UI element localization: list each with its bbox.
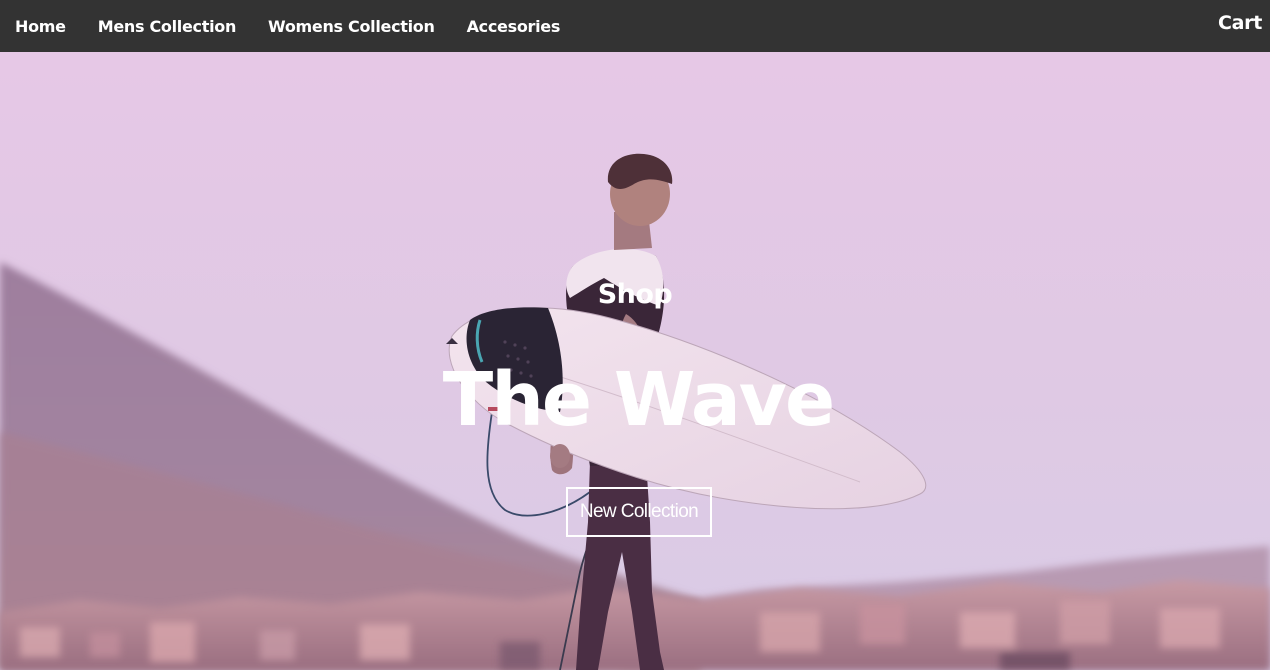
cart-link[interactable]: Cart [1218,12,1262,34]
nav-link-home[interactable]: Home [15,17,66,36]
nav-link-womens-collection[interactable]: Womens Collection [268,17,435,36]
hero-background-image [0,52,1270,670]
nav-link-accesories[interactable]: Accesories [467,17,561,36]
nav-link-mens-collection[interactable]: Mens Collection [98,17,237,36]
new-collection-button[interactable]: New Collection [566,487,712,537]
hero-section: Shop The Wave New Collection [0,52,1270,670]
top-navbar: Home Mens Collection Womens Collection A… [0,0,1270,52]
